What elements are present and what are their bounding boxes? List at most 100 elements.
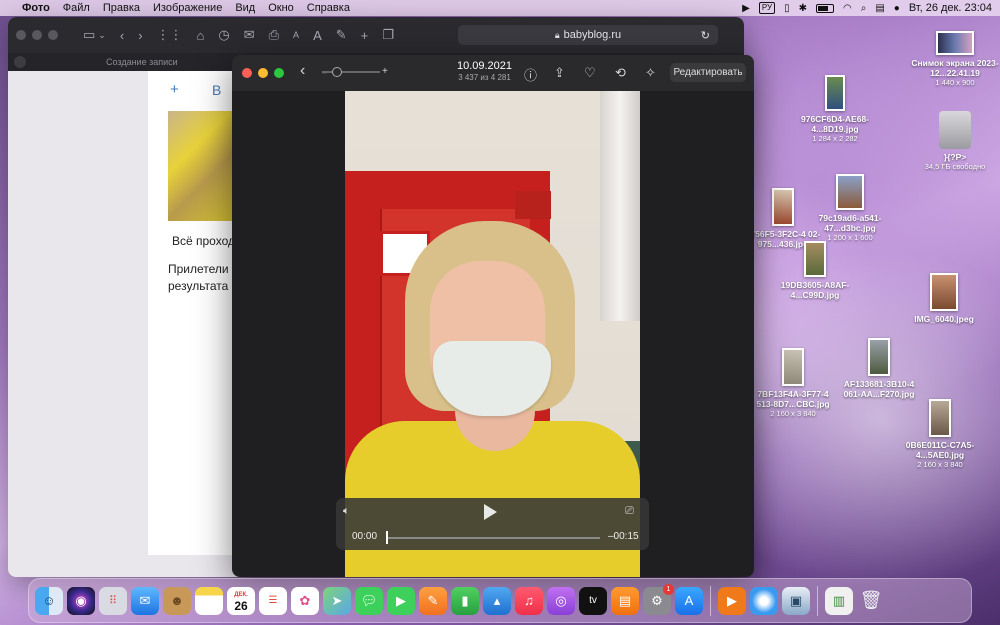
address-bar[interactable]: 🔒︎ babyblog.ru ↻ <box>458 25 718 45</box>
reminders-icon[interactable]: ☰ <box>259 586 287 615</box>
siri-icon[interactable]: ◉ <box>67 586 95 615</box>
desktop-icon-976cf6d4[interactable]: 976CF6D4-AE68-4...8D19.jpg 1 284 x 2 282 <box>780 75 890 144</box>
video-scene-alarm-box <box>515 191 551 219</box>
chevron-down-icon[interactable]: ⌄ <box>98 30 106 41</box>
text-large-icon[interactable]: A <box>313 28 322 43</box>
preview-icon[interactable]: ▣ <box>782 586 810 615</box>
forward-icon[interactable]: › <box>138 28 142 43</box>
wifi-icon[interactable]: ◠ <box>843 3 852 14</box>
siri-icon[interactable]: ● <box>894 3 900 14</box>
safari-icon[interactable]: ✧ <box>750 586 778 615</box>
pencil-icon[interactable]: ✎ <box>336 27 347 43</box>
desktop-icon-19db3605[interactable]: 19DB3605-A8AF-4...C99D.jpg <box>760 241 870 300</box>
menu-help[interactable]: Справка <box>307 2 350 14</box>
messages-icon[interactable]: 💬︎ <box>355 586 383 615</box>
podcasts-icon[interactable]: ◎ <box>547 586 575 615</box>
post-line: результата <box>168 279 229 293</box>
music-icon[interactable]: ♫ <box>515 586 543 615</box>
file-name: 19DB3605-A8AF-4...C99D.jpg <box>780 280 850 300</box>
menu-image[interactable]: Изображение <box>153 2 222 14</box>
zoom-button[interactable] <box>274 68 284 78</box>
apple-tv-icon[interactable]: tv <box>579 586 607 615</box>
bluetooth-icon[interactable]: ✱ <box>799 3 807 14</box>
file-thumbnail <box>868 338 890 376</box>
close-button[interactable] <box>16 30 26 40</box>
play-status-icon[interactable]: ▶ <box>742 3 750 14</box>
magic-wand-icon[interactable]: ✧ <box>645 65 656 81</box>
close-button[interactable] <box>242 68 252 78</box>
back-icon[interactable]: ‹ <box>300 62 305 80</box>
tv-label: tv <box>589 595 597 606</box>
battery-icon[interactable] <box>815 3 834 13</box>
launchpad-icon[interactable]: ⠿ <box>99 586 127 615</box>
finder-icon[interactable]: ☺ <box>35 586 63 615</box>
menu-window[interactable]: Окно <box>268 2 294 14</box>
menu-view[interactable]: Вид <box>235 2 255 14</box>
editor-add-button[interactable]: + <box>170 81 179 98</box>
books-icon[interactable]: ▤ <box>611 586 639 615</box>
zoom-slider-knob[interactable] <box>332 67 342 77</box>
mail-icon[interactable]: ✉ <box>244 27 255 43</box>
grid-icon[interactable]: ⋮⋮ <box>157 27 183 43</box>
rotate-icon[interactable]: ⟲ <box>615 65 626 81</box>
scrubber-knob[interactable] <box>386 531 388 544</box>
reload-icon[interactable]: ↻ <box>701 29 710 42</box>
editor-format-button[interactable]: В <box>212 82 221 98</box>
trash-icon[interactable]: 🗑︎ <box>857 587 885 615</box>
numbers-icon[interactable]: ▮ <box>451 586 479 615</box>
dock-separator <box>710 585 711 616</box>
info-icon[interactable]: ⓘ <box>524 65 537 84</box>
zoom-slider[interactable] <box>322 71 380 73</box>
text-small-icon[interactable]: A <box>293 30 299 40</box>
facetime-icon[interactable]: ▶ <box>387 586 415 615</box>
sidebar-icon[interactable]: ▭ <box>83 27 95 43</box>
clock-icon[interactable]: ◷ <box>218 27 229 43</box>
desktop-icon-0b6e011c[interactable]: 0B6E011C-C7A5-4...5AE0.jpg 2 160 x 3 840 <box>885 399 995 470</box>
calendar-icon[interactable]: ДЕК. 26 <box>227 586 255 615</box>
control-center-icon[interactable]: ▤ <box>875 3 884 14</box>
input-language-indicator[interactable]: РУ <box>758 2 776 14</box>
tabs-overview-icon[interactable]: ❐ <box>382 27 394 43</box>
mail-icon[interactable]: ✉ <box>131 586 159 615</box>
print-icon[interactable]: ⎙ <box>269 27 279 43</box>
system-settings-icon[interactable]: ⚙ 1 <box>643 583 674 615</box>
post-text: Всё проход <box>172 234 235 248</box>
keynote-icon[interactable]: ▴ <box>483 586 511 615</box>
home-icon[interactable]: ⌂ <box>197 28 205 43</box>
volume-icon[interactable]: 🔈︎ <box>343 505 350 518</box>
app-store-icon[interactable]: A <box>675 586 703 615</box>
menu-edit[interactable]: Правка <box>103 2 140 14</box>
menu-app-name[interactable]: Фото <box>22 2 50 14</box>
zoom-in-icon[interactable]: + <box>382 66 388 77</box>
contacts-icon[interactable]: ☻ <box>163 586 191 615</box>
current-time: 00:00 <box>352 531 378 542</box>
heart-icon[interactable]: ♡ <box>584 65 596 81</box>
desktop-icon-screenshot[interactable]: Снимок экрана 2023-12...22.41.19 1 440 x… <box>900 31 1000 88</box>
share-icon[interactable]: ⇪ <box>554 65 565 81</box>
minimize-button[interactable] <box>258 68 268 78</box>
desktop-icon-disk[interactable]: }{?P> 34,5 ГБ свободно <box>900 111 1000 172</box>
play-button[interactable] <box>484 504 497 520</box>
edit-button[interactable]: Редактировать <box>670 63 746 82</box>
notes-icon[interactable] <box>195 586 223 615</box>
new-tab-icon[interactable]: + <box>361 28 369 43</box>
pages-icon[interactable]: ✎ <box>419 586 447 615</box>
desktop-icon-7bf13f4a[interactable]: 7BF13F4A-3F77-4 513-8D7...CBC.jpg 2 160 … <box>738 348 848 419</box>
desktop-icon-img6040[interactable]: IMG_6040.jpeg <box>889 273 999 324</box>
search-icon[interactable]: ⌕ <box>861 3 867 14</box>
tab-favicon-icon[interactable] <box>14 56 26 68</box>
minimize-button[interactable] <box>32 30 42 40</box>
tab-title[interactable]: Создание записи <box>106 57 178 67</box>
airplay-icon[interactable]: ⎚ <box>625 505 634 518</box>
recent-document-icon[interactable]: ▥ <box>825 586 853 615</box>
scrubber-track[interactable] <box>386 537 600 539</box>
maps-icon[interactable]: ➤ <box>323 586 351 615</box>
infuse-player-icon[interactable]: ▶ <box>718 586 746 615</box>
back-icon[interactable]: ‹ <box>120 28 124 43</box>
menu-file[interactable]: Файл <box>63 2 90 14</box>
photos-icon[interactable]: ✿ <box>291 586 319 615</box>
phone-icon[interactable]: ▯ <box>784 3 790 14</box>
menubar-clock[interactable]: Вт, 26 дек. 23:04 <box>909 2 992 14</box>
zoom-button[interactable] <box>48 30 58 40</box>
disk-free-space: 34,5 ГБ свободно <box>924 162 986 171</box>
